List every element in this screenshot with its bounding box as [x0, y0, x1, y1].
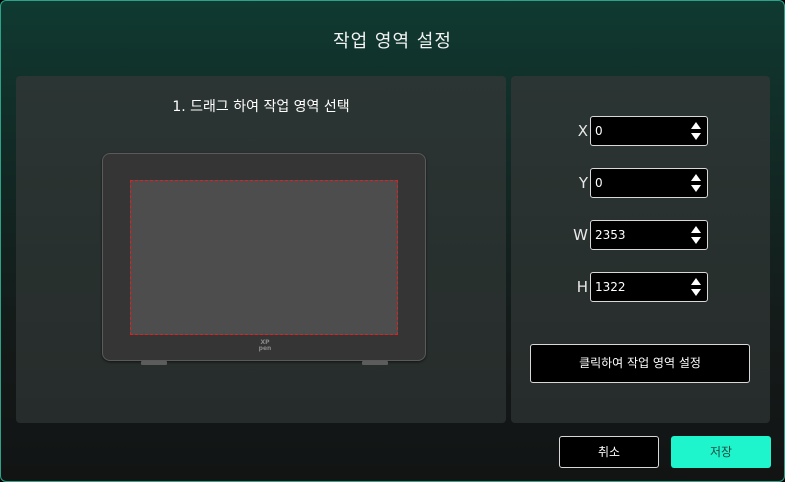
preview-panel: 1. 드래그 하여 작업 영역 선택 XP pen	[16, 76, 506, 423]
x-label: X	[577, 122, 588, 140]
w-spinbox[interactable]	[590, 220, 708, 250]
y-spinbox[interactable]	[590, 168, 708, 198]
w-stepper[interactable]	[691, 225, 701, 245]
x-input[interactable]	[595, 122, 685, 140]
field-row-h: H	[511, 272, 770, 304]
arrow-up-icon[interactable]	[691, 174, 701, 181]
work-area-selection[interactable]	[130, 180, 398, 335]
tablet-foot-left	[141, 361, 167, 365]
cancel-button[interactable]: 취소	[559, 436, 659, 468]
y-label: Y	[578, 174, 588, 192]
tablet-illustration: XP pen	[102, 153, 426, 365]
h-spinbox[interactable]	[590, 272, 708, 302]
field-row-w: W	[511, 220, 770, 252]
arrow-down-icon[interactable]	[691, 185, 701, 192]
work-area-dialog: 작업 영역 설정 1. 드래그 하여 작업 영역 선택 XP pen X 0 Y…	[0, 0, 785, 482]
arrow-down-icon[interactable]	[691, 289, 701, 296]
h-input[interactable]	[595, 278, 685, 296]
w-label: W	[573, 226, 588, 244]
field-row-y: Y	[511, 168, 770, 200]
arrow-up-icon[interactable]	[691, 122, 701, 129]
y-input[interactable]	[595, 174, 685, 192]
arrow-down-icon[interactable]	[691, 133, 701, 140]
tablet-foot-right	[362, 361, 388, 365]
preview-instruction: 1. 드래그 하여 작업 영역 선택	[172, 99, 350, 115]
h-stepper[interactable]	[691, 277, 701, 297]
arrow-up-icon[interactable]	[691, 226, 701, 233]
coordinates-panel: X Y W	[511, 76, 770, 423]
w-input[interactable]	[595, 226, 685, 244]
logo-bottom: pen	[258, 345, 272, 352]
x-stepper[interactable]	[691, 121, 701, 141]
y-stepper[interactable]	[691, 173, 701, 193]
set-work-area-button[interactable]: 클릭하여 작업 영역 설정	[530, 344, 750, 383]
xppen-logo: XP pen	[253, 340, 277, 352]
arrow-up-icon[interactable]	[691, 278, 701, 285]
h-label: H	[576, 278, 588, 296]
x-spinbox[interactable]	[590, 116, 708, 146]
arrow-down-icon[interactable]	[691, 237, 701, 244]
field-row-x: X	[511, 116, 770, 148]
dialog-title: 작업 영역 설정	[333, 31, 452, 52]
save-button[interactable]: 저장	[671, 436, 771, 468]
